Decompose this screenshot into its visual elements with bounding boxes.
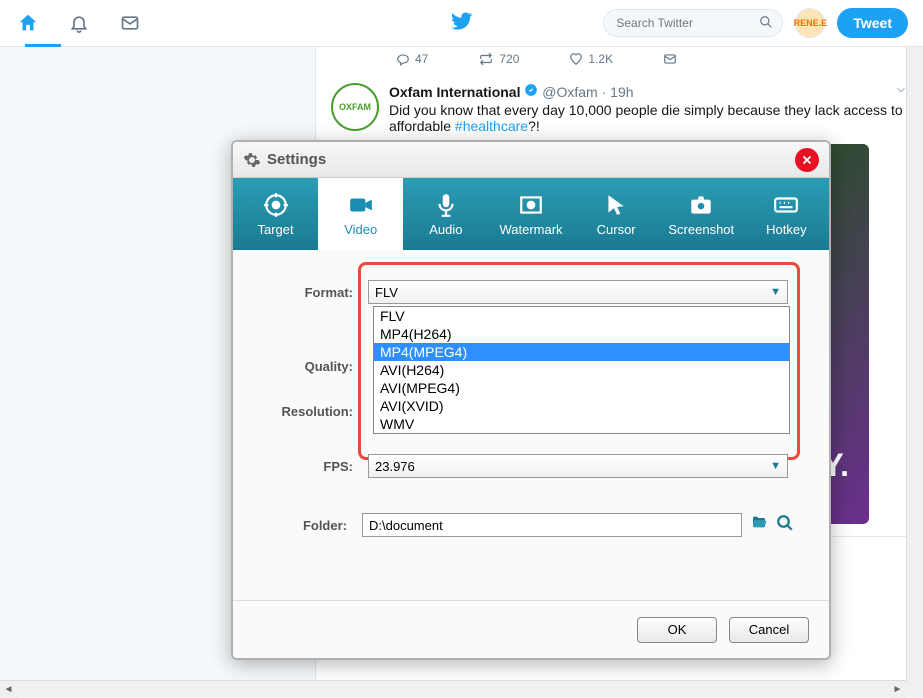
- tweet-hashtag[interactable]: #healthcare: [455, 118, 528, 134]
- tweet-sep: ·: [602, 84, 611, 100]
- tab-audio[interactable]: Audio: [403, 178, 488, 250]
- folder-input[interactable]: [362, 513, 742, 537]
- notifications-icon[interactable]: [66, 10, 92, 36]
- header-right: RENE.E Tweet: [603, 8, 908, 38]
- chevron-down-icon: ▼: [770, 460, 781, 472]
- label-quality: Quality:: [268, 359, 368, 374]
- dm-action[interactable]: [663, 52, 677, 66]
- search-icon[interactable]: [759, 15, 773, 34]
- nav: [15, 10, 143, 36]
- prev-tweet-actions: 47 720 1.2K: [316, 47, 923, 71]
- folder-search-icon[interactable]: [776, 514, 794, 537]
- tab-video[interactable]: Video: [318, 178, 403, 250]
- tab-cursor[interactable]: Cursor: [574, 178, 659, 250]
- like-count: 1.2K: [588, 52, 613, 66]
- tab-hotkey[interactable]: Hotkey: [744, 178, 829, 250]
- dialog-body: Format: FLV ▼ FLVMP4(H264)MP4(MPEG4)AVI(…: [233, 250, 829, 600]
- home-icon[interactable]: [15, 10, 41, 36]
- reply-count: 47: [415, 52, 428, 66]
- reply-action[interactable]: 47: [396, 52, 428, 66]
- ok-button[interactable]: OK: [637, 617, 717, 643]
- label-fps: FPS:: [268, 459, 368, 474]
- dialog-titlebar[interactable]: Settings: [233, 142, 829, 178]
- tweet-header: Oxfam International @Oxfam · 19h: [389, 83, 908, 100]
- row-folder: Folder:: [268, 513, 794, 537]
- chevron-down-icon: ▼: [770, 286, 781, 298]
- retweet-action[interactable]: 720: [478, 52, 519, 66]
- format-option[interactable]: MP4(H264): [374, 325, 789, 343]
- search-wrap: [603, 9, 783, 37]
- tab-cursor-label: Cursor: [597, 222, 636, 237]
- format-option[interactable]: AVI(XVID): [374, 397, 789, 415]
- scrollbar-corner: [906, 680, 923, 697]
- format-option[interactable]: AVI(MPEG4): [374, 379, 789, 397]
- search-input[interactable]: [603, 9, 783, 37]
- close-button[interactable]: [795, 148, 819, 172]
- label-format: Format:: [268, 285, 368, 300]
- label-folder: Folder:: [268, 518, 362, 533]
- label-resolution: Resolution:: [268, 404, 368, 419]
- dialog-title: Settings: [267, 151, 326, 168]
- tweet-avatar[interactable]: OXFAM: [331, 83, 379, 131]
- settings-dialog: Settings Target Video Audio Watermark Cu…: [231, 140, 831, 660]
- active-tab-underline: [25, 44, 61, 47]
- cancel-button[interactable]: Cancel: [729, 617, 809, 643]
- gear-icon: [243, 151, 261, 169]
- tweet-name: Oxfam International: [389, 84, 520, 100]
- horizontal-scrollbar[interactable]: ◄ ►: [0, 680, 906, 697]
- twitter-logo-icon[interactable]: [451, 10, 473, 37]
- verified-icon: [524, 84, 542, 100]
- messages-icon[interactable]: [117, 10, 143, 36]
- tab-screenshot[interactable]: Screenshot: [659, 178, 744, 250]
- folder-open-icon[interactable]: [750, 514, 768, 537]
- format-option[interactable]: WMV: [374, 415, 789, 433]
- tweet-button[interactable]: Tweet: [837, 8, 908, 38]
- tab-screenshot-label: Screenshot: [668, 222, 734, 237]
- tweet-text-after: ?!: [528, 118, 540, 134]
- format-option[interactable]: AVI(H264): [374, 361, 789, 379]
- dialog-tabs: Target Video Audio Watermark Cursor Scre…: [233, 178, 829, 250]
- format-value: FLV: [375, 285, 398, 300]
- tweet-time: 19h: [610, 84, 633, 100]
- format-option[interactable]: FLV: [374, 307, 789, 325]
- row-fps: FPS: 23.976 ▼: [268, 454, 794, 478]
- fps-value: 23.976: [375, 459, 415, 474]
- retweet-count: 720: [499, 52, 519, 66]
- tab-video-label: Video: [344, 222, 377, 237]
- dialog-footer: OK Cancel: [233, 600, 829, 658]
- tab-watermark[interactable]: Watermark: [488, 178, 573, 250]
- scroll-right-icon[interactable]: ►: [889, 681, 906, 698]
- avatar[interactable]: RENE.E: [795, 8, 825, 38]
- scroll-track[interactable]: [17, 681, 889, 697]
- fps-combo[interactable]: 23.976 ▼: [368, 454, 788, 478]
- format-option[interactable]: MP4(MPEG4): [374, 343, 789, 361]
- tab-target-label: Target: [258, 222, 294, 237]
- format-dropdown: FLVMP4(H264)MP4(MPEG4)AVI(H264)AVI(MPEG4…: [373, 306, 790, 434]
- tweet-handle: @Oxfam: [542, 84, 597, 100]
- row-format: Format: FLV ▼: [268, 280, 794, 304]
- tab-watermark-label: Watermark: [499, 222, 562, 237]
- tweet-text: Did you know that every day 10,000 peopl…: [389, 102, 908, 134]
- vertical-scrollbar[interactable]: [906, 47, 923, 680]
- tab-hotkey-label: Hotkey: [766, 222, 806, 237]
- tab-target[interactable]: Target: [233, 178, 318, 250]
- twitter-header: RENE.E Tweet: [0, 0, 923, 47]
- scroll-left-icon[interactable]: ◄: [0, 681, 17, 698]
- format-combo[interactable]: FLV ▼: [368, 280, 788, 304]
- tab-audio-label: Audio: [429, 222, 462, 237]
- like-action[interactable]: 1.2K: [569, 52, 613, 66]
